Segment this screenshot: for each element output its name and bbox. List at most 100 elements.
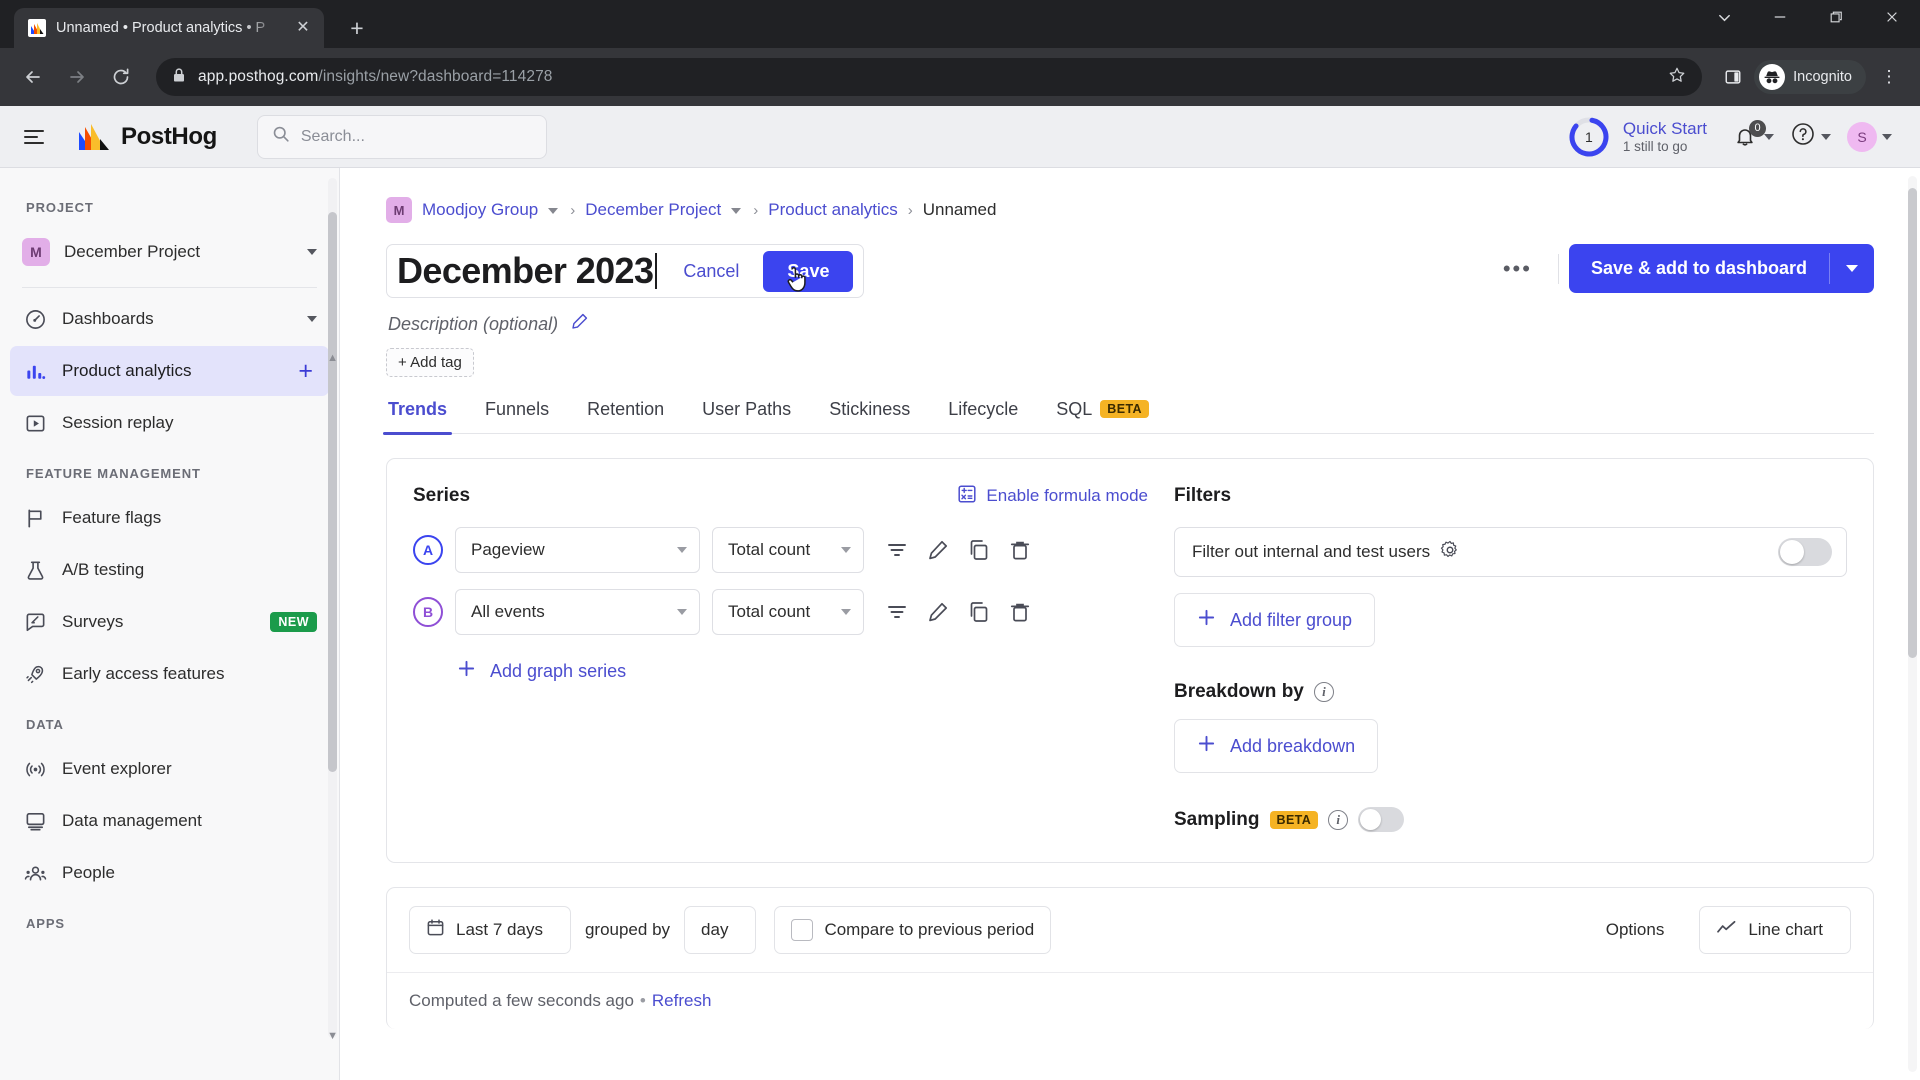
sidebar-item-label: Session replay — [62, 413, 174, 432]
add-graph-series-label: Add graph series — [490, 660, 627, 681]
side-panel-icon[interactable] — [1718, 68, 1748, 86]
scrollbar-thumb[interactable] — [1908, 188, 1917, 658]
duplicate-icon[interactable] — [967, 538, 991, 562]
tab-sql[interactable]: SQL BETA — [1054, 399, 1151, 433]
internal-users-toggle[interactable] — [1778, 538, 1832, 566]
tab-close-icon[interactable]: ✕ — [292, 20, 314, 36]
sidebar-item-dashboards[interactable]: Dashboards — [10, 294, 329, 344]
chevron-down-icon[interactable] — [548, 208, 559, 214]
scroll-down-arrow-icon[interactable]: ▼ — [327, 1030, 338, 1042]
breadcrumb-product[interactable]: Product analytics — [768, 200, 897, 220]
event-select-b[interactable]: All events — [455, 589, 700, 635]
profile-incognito-chip[interactable]: Incognito — [1754, 60, 1866, 94]
sidebar-item-people[interactable]: People — [10, 848, 329, 898]
quick-start-progress-ring[interactable]: 1 — [1567, 115, 1611, 159]
add-filter-group-button[interactable]: Add filter group — [1174, 593, 1376, 647]
tab-funnels[interactable]: Funnels — [483, 399, 551, 433]
url-input[interactable]: app.posthog.com/insights/new?dashboard=1… — [156, 58, 1703, 96]
chevron-down-icon[interactable] — [731, 208, 742, 214]
tab-stickiness[interactable]: Stickiness — [827, 399, 912, 433]
search-input[interactable]: Search... — [256, 114, 547, 159]
save-add-to-dashboard-button[interactable]: Save & add to dashboard — [1568, 244, 1874, 293]
cancel-button[interactable]: Cancel — [669, 252, 753, 291]
gear-icon[interactable] — [1440, 540, 1460, 565]
sidebar-item-data-management[interactable]: Data management — [10, 796, 329, 846]
bell-icon: 0 — [1733, 119, 1766, 150]
sidebar-toggle-icon[interactable] — [22, 129, 52, 144]
event-select-a[interactable]: Pageview — [455, 527, 700, 573]
save-button[interactable]: Save — [763, 250, 854, 292]
new-tab-button[interactable]: + — [342, 17, 372, 40]
math-select-a[interactable]: Total count — [712, 527, 864, 573]
insight-title-editor[interactable]: December 2023 Cancel Save — [386, 244, 865, 298]
sidebar-project-selector[interactable]: M December Project — [10, 227, 329, 277]
tab-retention[interactable]: Retention — [585, 399, 666, 433]
sidebar-scrollbar[interactable] — [328, 178, 337, 1038]
more-options-button[interactable]: ••• — [1487, 256, 1548, 282]
scroll-up-arrow-icon[interactable]: ▲ — [327, 352, 338, 364]
sampling-toggle[interactable] — [1358, 807, 1405, 832]
browser-menu-button[interactable]: ⋮ — [1872, 67, 1906, 87]
breadcrumb-org[interactable]: Moodjoy Group — [422, 200, 538, 220]
posthog-logo-icon — [79, 123, 109, 150]
back-button[interactable] — [14, 58, 52, 96]
tab-user-paths[interactable]: User Paths — [700, 399, 793, 433]
help-button[interactable] — [1784, 115, 1837, 158]
interval-selector[interactable]: day — [684, 906, 757, 954]
info-icon[interactable]: i — [1328, 809, 1349, 830]
sidebar-item-feature-flags[interactable]: Feature flags — [10, 493, 329, 543]
scrollbar-thumb[interactable] — [328, 212, 337, 772]
sidebar-item-session-replay[interactable]: Session replay — [10, 398, 329, 448]
sidebar-item-event-explorer[interactable]: Event explorer — [10, 744, 329, 794]
tab-trends[interactable]: Trends — [382, 399, 453, 435]
breadcrumb-project[interactable]: December Project — [585, 200, 721, 220]
checkbox-box[interactable] — [791, 919, 814, 941]
save-dropdown-button[interactable] — [1830, 244, 1874, 293]
date-range-selector[interactable]: Last 7 days — [409, 906, 571, 954]
add-tag-button[interactable]: + Add tag — [386, 348, 474, 377]
add-insight-button[interactable]: + — [298, 358, 317, 384]
duplicate-icon[interactable] — [967, 600, 991, 624]
edit-pencil-icon[interactable] — [926, 538, 950, 562]
tab-search-chevron-icon[interactable] — [1696, 0, 1752, 34]
add-breakdown-button[interactable]: Add breakdown — [1174, 719, 1379, 773]
reload-button[interactable] — [102, 58, 140, 96]
filter-icon[interactable] — [885, 600, 909, 624]
enable-formula-mode-button[interactable]: Enable formula mode — [957, 484, 1148, 509]
window-maximize-button[interactable] — [1808, 0, 1864, 34]
sidebar-item-ab-testing[interactable]: A/B testing — [10, 545, 329, 595]
brand-name: PostHog — [121, 122, 217, 150]
edit-pencil-icon[interactable] — [570, 312, 589, 336]
info-icon[interactable]: i — [1313, 682, 1334, 702]
insight-type-tabs: Trends Funnels Retention User Paths Stic… — [382, 399, 1874, 435]
compare-previous-period-checkbox[interactable]: Compare to previous period — [774, 906, 1052, 954]
browser-urlbar: app.posthog.com/insights/new?dashboard=1… — [0, 48, 1920, 106]
edit-pencil-icon[interactable] — [926, 600, 950, 624]
delete-trash-icon[interactable] — [1008, 538, 1032, 562]
save-add-to-dashboard-label[interactable]: Save & add to dashboard — [1569, 244, 1829, 293]
notifications-button[interactable]: 0 — [1727, 118, 1780, 156]
browser-tab[interactable]: Unnamed • Product analytics • P ✕ — [14, 8, 324, 48]
filter-icon[interactable] — [885, 538, 909, 562]
window-minimize-button[interactable] — [1752, 0, 1808, 34]
quick-start-text[interactable]: Quick Start 1 still to go — [1623, 119, 1707, 154]
sidebar-item-early-access-features[interactable]: Early access features — [10, 649, 329, 699]
options-button[interactable]: Options — [1600, 908, 1682, 952]
sidebar-item-product-analytics[interactable]: Product analytics + — [10, 346, 329, 396]
add-graph-series-button[interactable]: Add graph series — [413, 659, 1148, 683]
window-close-button[interactable] — [1864, 0, 1920, 34]
insight-description-row[interactable]: Description (optional) — [386, 312, 1874, 336]
bookmark-star-icon[interactable] — [1668, 66, 1686, 89]
delete-trash-icon[interactable] — [1008, 600, 1032, 624]
refresh-button[interactable]: Refresh — [652, 991, 712, 1010]
tab-lifecycle[interactable]: Lifecycle — [946, 399, 1020, 433]
forward-button[interactable] — [58, 58, 96, 96]
user-menu-button[interactable]: S — [1841, 116, 1898, 158]
main-scrollbar[interactable] — [1908, 176, 1917, 1072]
chart-type-selector[interactable]: Line chart — [1699, 906, 1851, 954]
math-select-b[interactable]: Total count — [712, 589, 864, 635]
insight-title-input[interactable]: December 2023 — [387, 250, 659, 292]
posthog-logo[interactable]: PostHog — [78, 122, 217, 152]
event-select-value: Pageview — [471, 540, 545, 559]
sidebar-item-surveys[interactable]: Surveys NEW — [10, 597, 329, 647]
